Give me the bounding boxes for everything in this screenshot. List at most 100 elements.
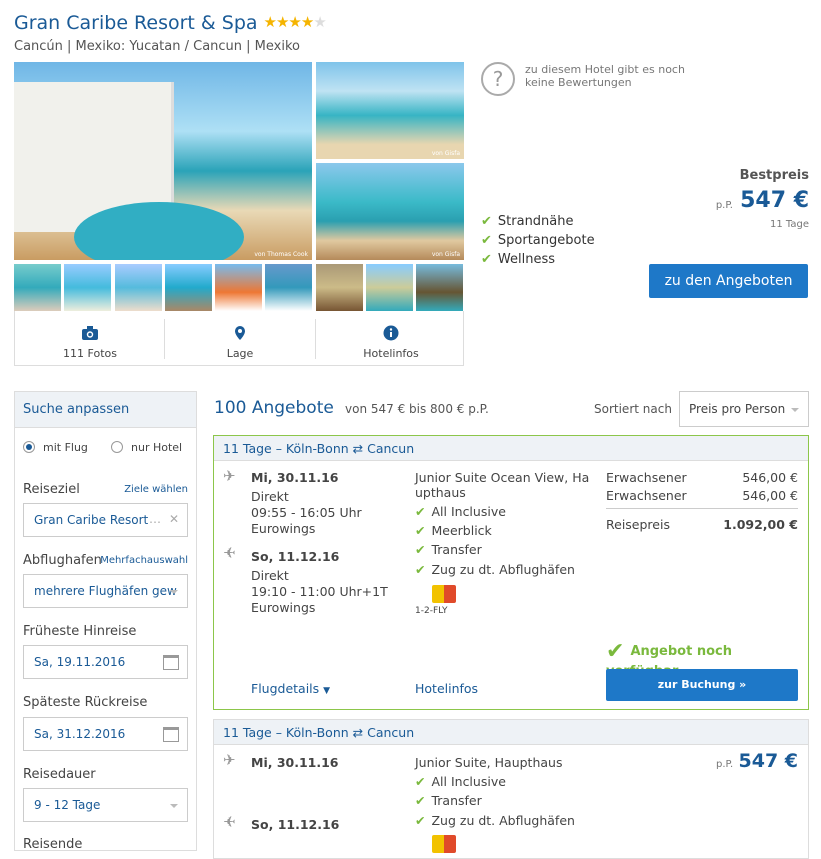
check-icon: ✔ — [415, 523, 426, 538]
sort-label: Sortiert nach — [594, 402, 672, 416]
multi-select-link[interactable]: Mehrfachauswahl — [100, 555, 188, 566]
book-button[interactable]: zur Buchung » — [606, 669, 798, 701]
photo-credit: von Thomas Cook — [254, 251, 308, 258]
check-icon: ✔ — [481, 252, 492, 267]
check-icon: ✔ — [415, 504, 426, 519]
offer-count: 100 Angebote — [214, 398, 334, 418]
earliest-departure-input[interactable]: Sa, 19.11.2016 — [23, 645, 188, 679]
calendar-icon[interactable] — [163, 727, 179, 742]
price-row-label: Erwachsener — [606, 470, 687, 485]
check-icon: ✔ — [481, 233, 492, 248]
offer-card: 11 Tage – Köln-Bonn ⇄ Cancun ✈ Mi, 30.11… — [213, 719, 809, 859]
latest-return-label: Späteste Rückreise — [23, 695, 148, 710]
hotel-name[interactable]: Gran Caribe Resort & Spa — [14, 12, 258, 34]
info-icon — [383, 325, 399, 341]
chevron-down-icon — [170, 804, 178, 808]
photos-tab[interactable]: 111 Fotos — [15, 311, 165, 366]
inclusion-item: ✔ Zug zu dt. Abflughäfen — [415, 562, 575, 577]
main-photo[interactable]: von Thomas Cook — [14, 62, 312, 260]
feature-item: ✔ Strandnähe — [481, 214, 574, 229]
destination-input[interactable]: Gran Caribe Resort … ✕ — [23, 503, 188, 537]
thumbnail[interactable] — [14, 264, 61, 311]
sidebar-title: Suche anpassen — [15, 392, 196, 428]
per-person-label: p.P. — [716, 759, 734, 770]
thumbnail[interactable] — [64, 264, 111, 311]
feature-list: ✔ Strandnähe ✔ Sportangebote ✔ Wellness — [481, 212, 595, 269]
view-offers-button[interactable]: zu den Angeboten — [649, 264, 808, 298]
check-icon: ✔ — [415, 774, 426, 789]
check-icon: ✔ — [415, 562, 426, 577]
camera-icon — [82, 326, 98, 340]
sort-select[interactable]: Preis pro Person — [679, 391, 809, 427]
total-value: 1.092,00 € — [723, 517, 798, 532]
check-icon: ✔ — [415, 813, 426, 828]
outbound-time: 09:55 - 16:05 Uhr — [251, 505, 362, 520]
side-photo-1[interactable]: von Gisfa — [316, 62, 464, 159]
return-date: So, 11.12.16 — [251, 549, 340, 564]
outbound-date: Mi, 30.11.16 — [251, 755, 339, 770]
chevron-down-icon — [791, 408, 799, 412]
duration-select[interactable]: 9 - 12 Tage — [23, 788, 188, 822]
feature-item: ✔ Sportangebote — [481, 233, 595, 248]
thumbnail[interactable] — [215, 264, 262, 311]
hotel-location: Cancún | Mexiko: Yucatan / Cancun | Mexi… — [14, 39, 300, 54]
location-tab[interactable]: Lage — [165, 311, 315, 366]
check-icon: ✔ — [481, 214, 492, 229]
search-sidebar: Suche anpassen mit Flug nur Hotel Reisez… — [14, 391, 197, 852]
offer-card: 11 Tage – Köln-Bonn ⇄ Cancun ✈ Mi, 30.11… — [213, 435, 809, 710]
plane-return-icon: ✈ — [223, 544, 236, 562]
price-row-value: 546,00 € — [742, 470, 798, 485]
feature-item: ✔ Wellness — [481, 252, 556, 267]
outbound-date: Mi, 30.11.16 — [251, 470, 339, 485]
duration-label: Reisedauer — [23, 767, 96, 782]
offer-price: 547 € — [738, 750, 799, 772]
check-icon: ✔ — [606, 639, 625, 664]
thumbnail[interactable] — [265, 264, 312, 311]
plane-return-icon: ✈ — [223, 813, 236, 831]
calendar-icon[interactable] — [163, 655, 179, 670]
total-label: Reisepreis — [606, 517, 670, 532]
operator-logo — [432, 835, 456, 853]
chevron-down-icon: ▼ — [323, 686, 331, 696]
thumbnail[interactable] — [165, 264, 212, 311]
photo-credit: von Gisfa — [431, 150, 460, 157]
inclusion-item: ✔ Transfer — [415, 542, 482, 557]
return-time: 19:10 - 11:00 Uhr+1T — [251, 584, 388, 599]
hotelinfo-tab-label: Hotelinfos — [363, 347, 419, 360]
flight-details-link[interactable]: Flugdetails ▼ — [251, 681, 330, 696]
operator-name: 1-2-FLY — [415, 606, 448, 616]
latest-return-input[interactable]: Sa, 31.12.2016 — [23, 717, 188, 751]
thumbnail[interactable] — [316, 264, 363, 311]
thumbnail[interactable] — [366, 264, 413, 311]
check-icon: ✔ — [415, 542, 426, 557]
return-date: So, 11.12.16 — [251, 817, 340, 832]
check-icon: ✔ — [415, 793, 426, 808]
duration-label: 11 Tage — [770, 219, 809, 230]
per-person-label: p.P. — [715, 200, 733, 211]
choose-destinations-link[interactable]: Ziele wählen — [124, 484, 188, 495]
room-type: Junior Suite, Haupthaus — [415, 755, 563, 770]
side-photo-2[interactable]: von Gisfa — [316, 163, 464, 260]
no-reviews-text: zu diesem Hotel gibt es noch keine Bewer… — [525, 63, 685, 89]
photo-credit: von Gisfa — [431, 251, 460, 258]
hotelinfo-tab[interactable]: Hotelinfos — [316, 311, 466, 366]
airport-select[interactable]: mehrere Flughäfen gew — [23, 574, 188, 608]
radio-empty-icon — [111, 441, 123, 453]
gallery-tabbar: 111 Fotos Lage Hotelinfos — [14, 311, 464, 366]
thumbnail[interactable] — [115, 264, 162, 311]
price-divider — [606, 508, 798, 509]
airport-label: Abflughafen — [23, 553, 102, 568]
thumbnail[interactable] — [416, 264, 463, 311]
map-pin-icon — [235, 326, 245, 340]
offer-header: 11 Tage – Köln-Bonn ⇄ Cancun — [214, 436, 808, 461]
return-type: Direkt — [251, 568, 289, 583]
radio-with-flight[interactable]: mit Flug — [23, 441, 88, 454]
hotel-title[interactable]: Gran Caribe Resort & Spa ★★★★★ — [14, 12, 327, 34]
clear-icon[interactable]: ✕ — [169, 512, 179, 526]
travelers-label: Reisende — [23, 837, 83, 852]
room-type: Junior Suite Ocean View, Ha upthaus — [415, 470, 590, 500]
inclusion-item: ✔ All Inclusive — [415, 774, 506, 789]
radio-hotel-only[interactable]: nur Hotel — [111, 441, 182, 454]
hotel-info-link[interactable]: Hotelinfos — [415, 681, 478, 696]
inclusion-item: ✔ All Inclusive — [415, 504, 506, 519]
